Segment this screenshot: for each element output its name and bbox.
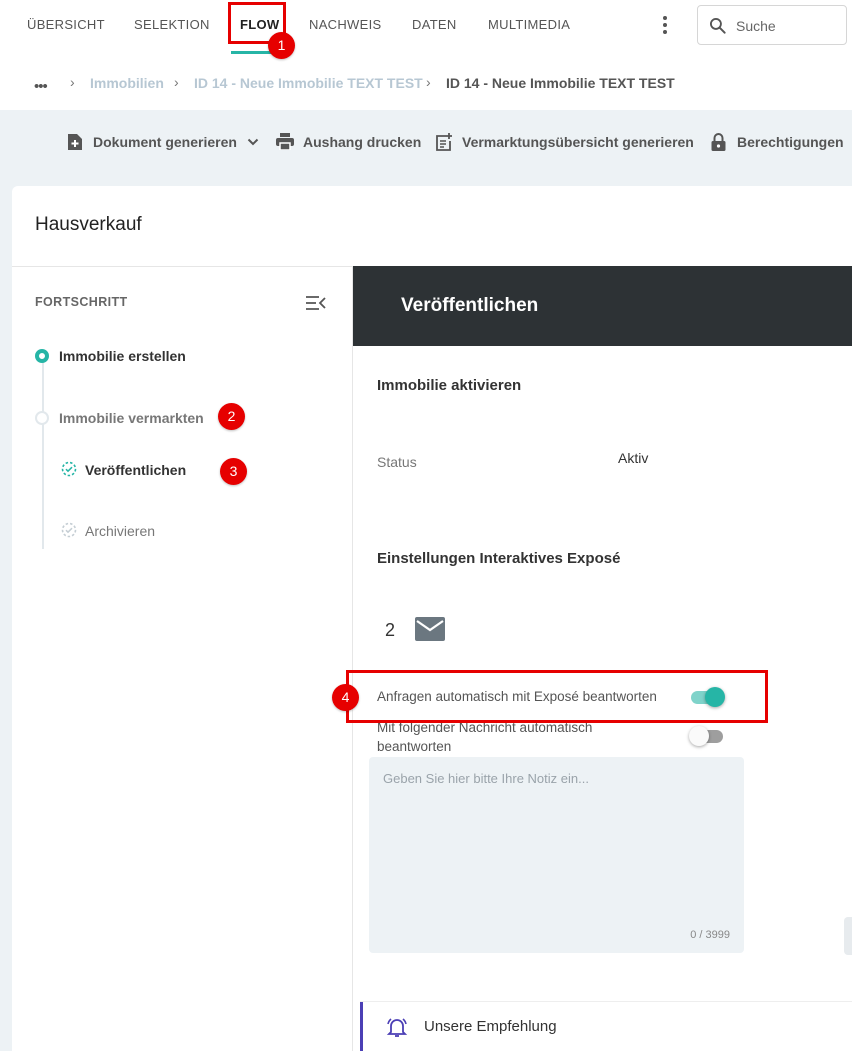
breadcrumb-current: ID 14 - Neue Immobilie TEXT TEST	[446, 75, 675, 91]
chevron-right-icon: ›	[70, 74, 75, 90]
search-box[interactable]	[697, 5, 847, 45]
recommendation-panel[interactable]: Unsere Empfehlung	[360, 1001, 852, 1051]
step-immobilie-erstellen[interactable]: Immobilie erstellen	[59, 348, 186, 364]
tab-nachweis[interactable]: NACHWEIS	[309, 17, 381, 32]
status-label: Status	[377, 454, 417, 470]
dashed-check-circle-icon	[61, 461, 77, 477]
step-pending-indicator	[35, 411, 49, 425]
progress-sidebar: FORTSCHRITT Immobilie erstellen Immobili…	[12, 267, 353, 1051]
step-content: Veröffentlichen Immobilie aktivieren Sta…	[353, 266, 852, 1051]
tab-selektion[interactable]: SELEKTION	[134, 17, 210, 32]
substep-veroeffentlichen[interactable]: Veröffentlichen	[85, 462, 186, 478]
mail-count: 2	[385, 620, 396, 640]
chevron-right-icon: ›	[426, 74, 431, 90]
toggle-auto-reply-message-label: Mit folgender Nachricht automatisch bean…	[377, 720, 593, 754]
status-value: Aktiv	[618, 450, 649, 466]
recommendation-accent-bar	[360, 1002, 363, 1051]
collapse-sidebar-icon[interactable]	[306, 295, 326, 311]
chevron-right-icon: ›	[174, 74, 179, 90]
add-document-icon	[68, 134, 82, 150]
highlight-auto-reply-toggle	[346, 670, 768, 723]
tab-daten[interactable]: DATEN	[412, 17, 457, 32]
bell-alert-icon	[386, 1018, 408, 1037]
marketing-overview-label: Vermarktungsübersicht generieren	[462, 134, 694, 150]
page-title: Hausverkauf	[35, 214, 142, 235]
breadcrumb-more-icon[interactable]: •••	[34, 78, 48, 95]
notes-field[interactable]: 0 / 3999	[369, 757, 744, 953]
notes-char-counter: 0 / 3999	[690, 929, 730, 941]
tab-uebersicht[interactable]: ÜBERSICHT	[27, 17, 105, 32]
toggle-auto-reply-message[interactable]	[689, 726, 725, 746]
more-options-icon[interactable]	[657, 14, 673, 36]
annotation-badge-3: 3	[220, 458, 247, 485]
section-title-activate: Immobilie aktivieren	[377, 377, 522, 394]
annotation-badge-4: 4	[332, 684, 359, 711]
permissions-button[interactable]: Berechtigungen	[711, 133, 844, 151]
progress-line	[42, 357, 44, 549]
breadcrumb: ••• › Immobilien › ID 14 - Neue Immobili…	[0, 60, 852, 106]
post-add-icon	[436, 133, 452, 151]
side-edge-button[interactable]	[844, 917, 852, 955]
print-notice-label: Aushang drucken	[303, 134, 422, 150]
section-title-expose: Einstellungen Interaktives Exposé	[377, 550, 621, 567]
progress-title: FORTSCHRITT	[35, 295, 128, 309]
step-header-title: Veröffentlichen	[401, 295, 539, 316]
flow-card: Hausverkauf FORTSCHRITT Immobilie erstel…	[12, 186, 852, 1051]
generate-document-label: Dokument generieren	[93, 134, 237, 150]
breadcrumb-link-property[interactable]: ID 14 - Neue Immobilie TEXT TEST	[194, 75, 423, 91]
print-icon	[276, 133, 294, 150]
step-header: Veröffentlichen	[353, 266, 852, 346]
search-input[interactable]	[736, 16, 841, 36]
breadcrumb-link-immobilien[interactable]: Immobilien	[90, 75, 164, 91]
notes-textarea[interactable]	[383, 771, 728, 921]
marketing-overview-button[interactable]: Vermarktungsübersicht generieren	[435, 133, 694, 151]
substep-archivieren[interactable]: Archivieren	[85, 523, 155, 539]
tab-multimedia[interactable]: MULTIMEDIA	[488, 17, 570, 32]
dashed-check-circle-icon	[61, 522, 77, 538]
step-immobilie-vermarkten[interactable]: Immobilie vermarkten	[59, 410, 204, 426]
print-notice-button[interactable]: Aushang drucken	[276, 133, 422, 150]
mail-icon[interactable]	[415, 617, 445, 641]
step-current-indicator	[35, 349, 49, 363]
permissions-label: Berechtigungen	[737, 134, 844, 150]
chevron-down-icon[interactable]	[247, 137, 259, 147]
lock-icon	[711, 133, 726, 151]
generate-document-button[interactable]: Dokument generieren	[67, 134, 259, 150]
top-navigation: ÜBERSICHT SELEKTION FLOW NACHWEIS DATEN …	[0, 0, 852, 50]
search-icon	[710, 18, 726, 34]
annotation-badge-2: 2	[218, 403, 245, 430]
recommendation-label: Unsere Empfehlung	[424, 1018, 557, 1035]
annotation-badge-1: 1	[268, 32, 295, 59]
